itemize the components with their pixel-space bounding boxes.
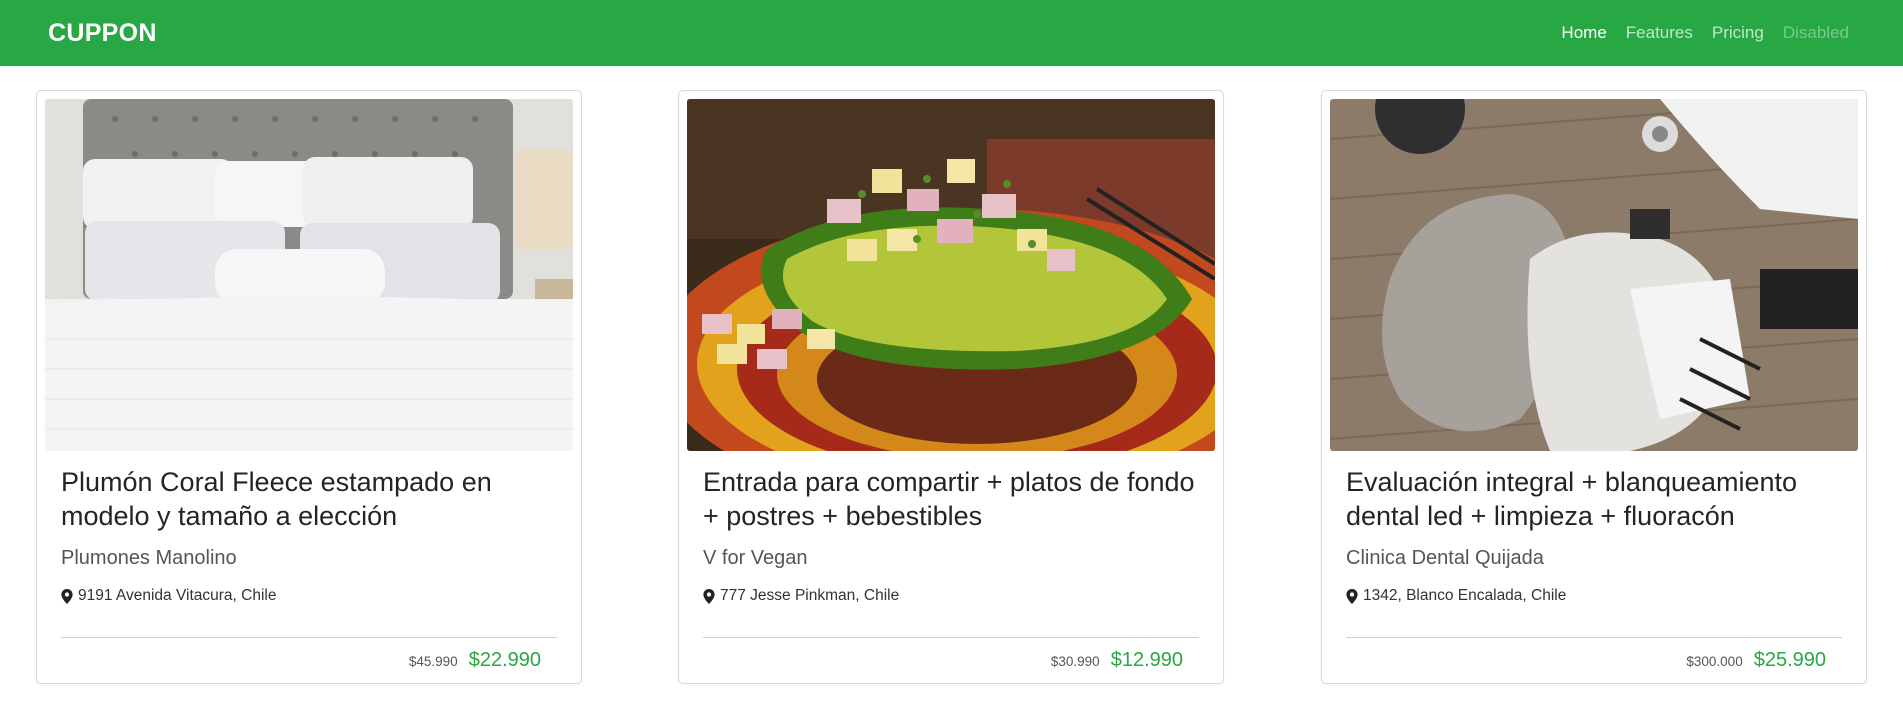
map-marker-icon [703, 588, 715, 604]
old-price: $45.990 [408, 654, 458, 669]
old-price: $30.990 [1050, 654, 1100, 669]
card-divider [61, 637, 557, 638]
deal-card[interactable]: Plumón Coral Fleece estampado en modelo … [36, 90, 582, 684]
map-marker-icon [1346, 588, 1358, 604]
deal-location-text: 1342, Blanco Encalada, Chile [1363, 587, 1567, 604]
nav-link-home[interactable]: Home [1561, 23, 1606, 43]
price-block: $30.990 $12.990 [1051, 649, 1183, 672]
deal-location-text: 9191 Avenida Vitacura, Chile [78, 587, 277, 604]
new-price: $25.990 [1753, 649, 1826, 671]
deal-location: 9191 Avenida Vitacura, Chile [61, 587, 277, 605]
deal-image-avocado[interactable] [687, 99, 1215, 451]
map-marker-icon [61, 588, 73, 604]
top-navbar: CUPPON Home Features Pricing Disabled [0, 0, 1903, 66]
deal-card[interactable]: Evaluación integral + blanqueamiento den… [1321, 90, 1867, 684]
deal-image-bedding[interactable] [45, 99, 573, 451]
new-price: $12.990 [1110, 649, 1183, 671]
deal-merchant: V for Vegan [703, 547, 808, 569]
brand-logo[interactable]: CUPPON [48, 19, 157, 48]
deal-title[interactable]: Plumón Coral Fleece estampado en modelo … [61, 465, 561, 533]
deal-image-dental[interactable] [1330, 99, 1858, 451]
deal-card[interactable]: Entrada para compartir + platos de fondo… [678, 90, 1224, 684]
card-divider [1346, 637, 1842, 638]
deal-title[interactable]: Evaluación integral + blanqueamiento den… [1346, 465, 1846, 533]
deal-merchant: Clinica Dental Quijada [1346, 547, 1544, 569]
deal-title[interactable]: Entrada para compartir + platos de fondo… [703, 465, 1203, 533]
deal-location: 777 Jesse Pinkman, Chile [703, 587, 899, 605]
nav-link-pricing[interactable]: Pricing [1712, 23, 1764, 43]
nav-links: Home Features Pricing Disabled [1561, 23, 1849, 43]
deal-merchant: Plumones Manolino [61, 547, 237, 569]
card-divider [703, 637, 1199, 638]
nav-link-features[interactable]: Features [1626, 23, 1693, 43]
deal-location-text: 777 Jesse Pinkman, Chile [720, 587, 900, 604]
old-price: $300.000 [1686, 654, 1743, 669]
deal-location: 1342, Blanco Encalada, Chile [1346, 587, 1566, 605]
price-block: $300.000 $25.990 [1686, 649, 1826, 672]
price-block: $45.990 $22.990 [409, 649, 541, 672]
nav-link-disabled: Disabled [1782, 23, 1849, 42]
new-price: $22.990 [468, 649, 541, 671]
